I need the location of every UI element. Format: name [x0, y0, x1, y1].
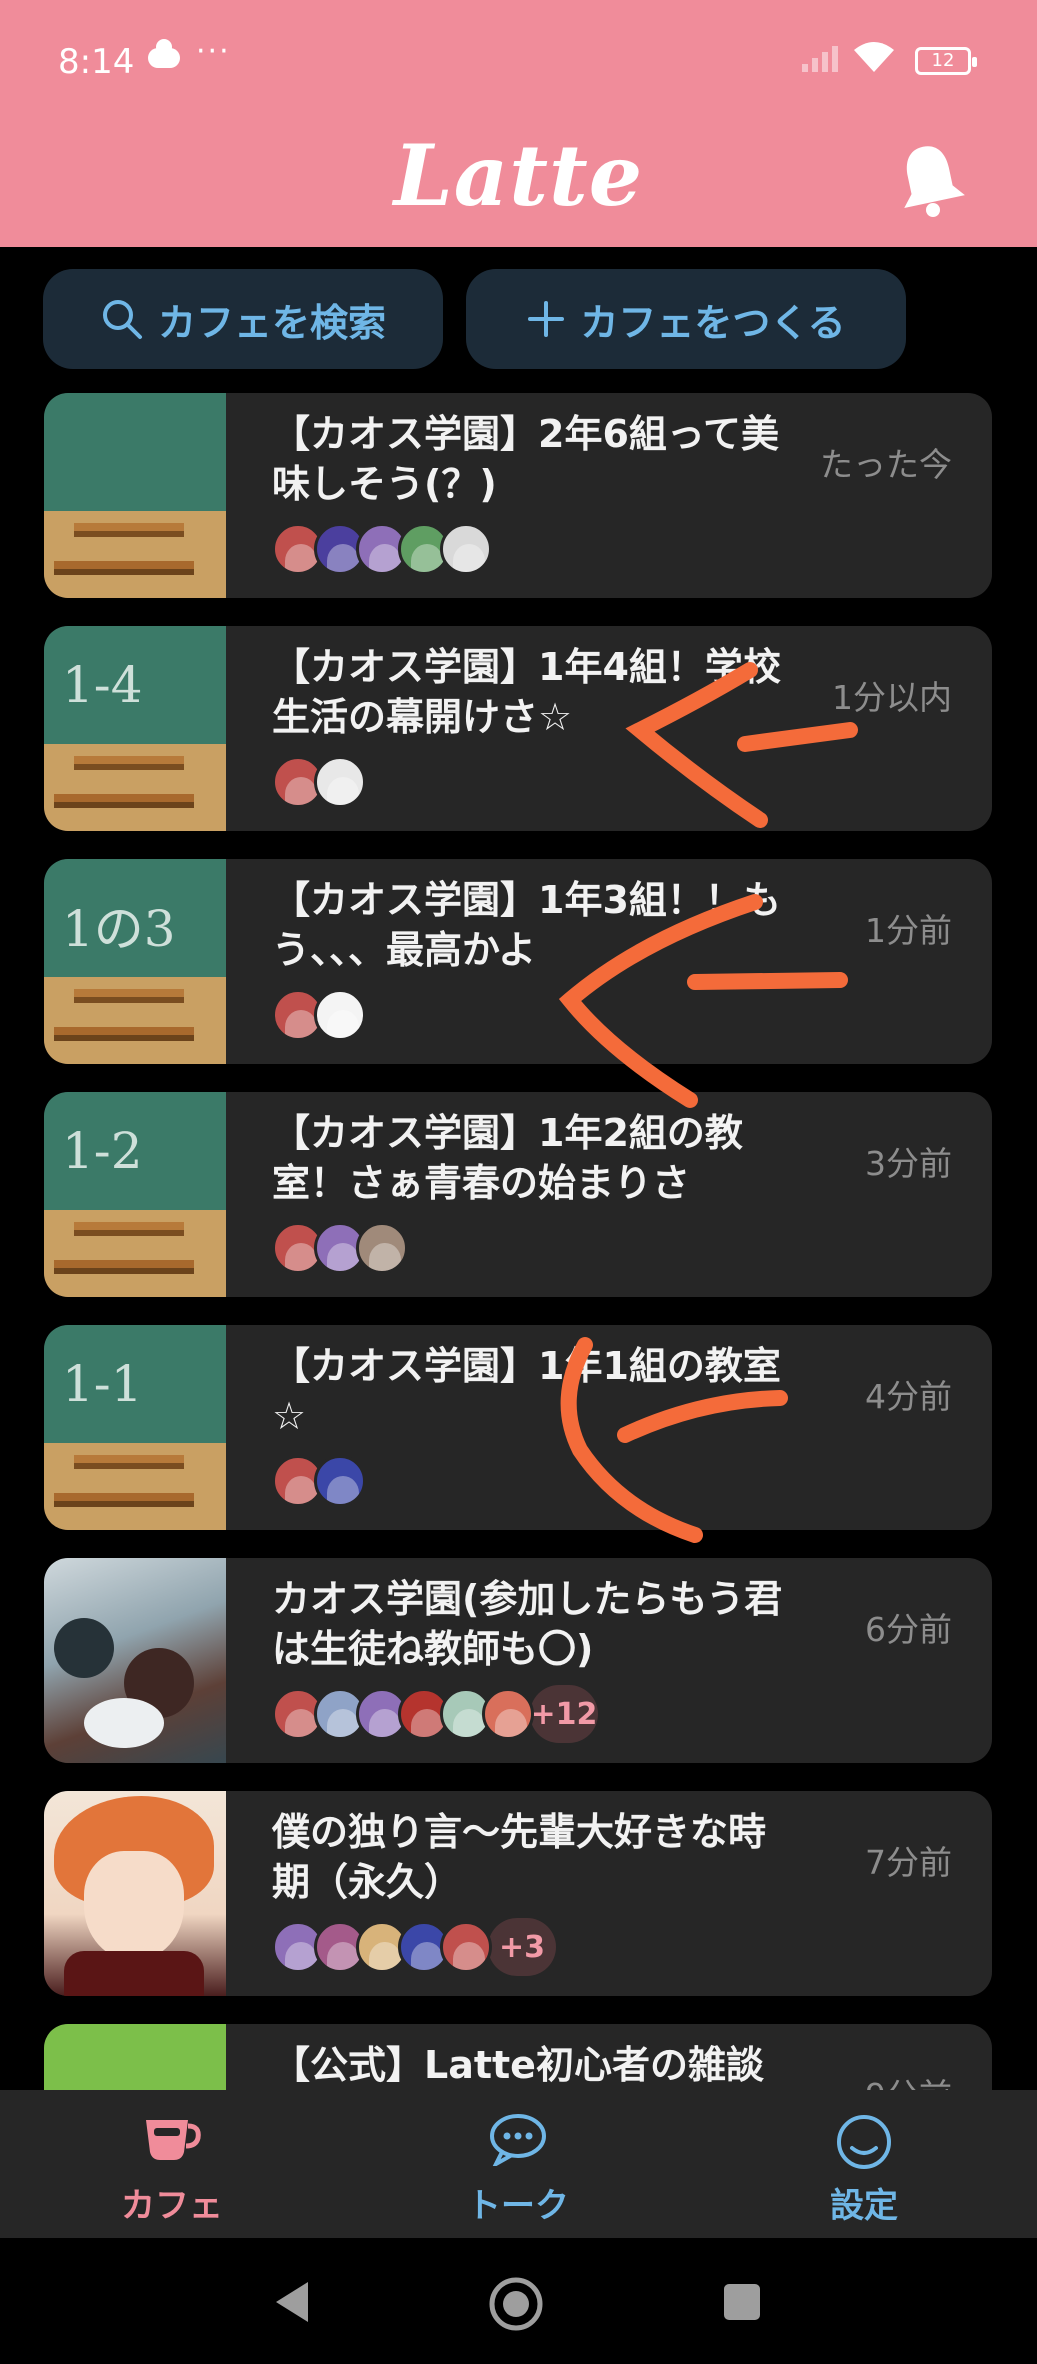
battery-icon: 12 — [915, 47, 977, 75]
board-text: 1-1 — [62, 1355, 143, 1413]
cafe-thumbnail: 1-4 — [44, 626, 226, 831]
cafe-time: たった今 — [820, 445, 952, 484]
wifi-icon — [854, 42, 894, 72]
smile-face-icon — [837, 2115, 891, 2169]
cafe-thumbnail: 1-2 — [44, 1092, 226, 1297]
cafe-thumbnail — [44, 393, 226, 598]
create-cafe-button[interactable]: カフェをつくる — [466, 269, 906, 369]
avatar — [440, 523, 492, 575]
cafe-card[interactable]: 1-2 【カオス学園】1年2組の教室！さぁ青春の始まりさ 3分前 — [44, 1092, 992, 1297]
cafe-title: 【カオス学園】1年1組の教室☆ — [272, 1344, 781, 1438]
status-dots: ··· — [196, 34, 231, 69]
cafe-card[interactable]: 1の3 【カオス学園】1年3組！！もう、、、最高かよ 1分前 — [44, 859, 992, 1064]
tab-cafe-label: カフェ — [121, 2186, 223, 2226]
more-members-badge: +12 — [530, 1685, 598, 1743]
search-icon — [102, 300, 142, 339]
cafe-time: 6分前 — [865, 1610, 952, 1649]
avatar — [314, 1455, 366, 1507]
tab-settings-label: 設定 — [830, 2186, 898, 2226]
member-avatars: +3 — [272, 1918, 556, 1976]
cafe-card[interactable]: 【公式】Latte初心者の雑談 9分前 — [44, 2024, 992, 2090]
cafe-title: カオス学園(参加したらもう君は生徒ね教師も〇) — [272, 1577, 783, 1671]
avatar — [440, 1921, 492, 1973]
cafe-thumbnail — [44, 1791, 226, 1996]
cafe-thumbnail — [44, 2024, 226, 2090]
home-icon[interactable] — [488, 2276, 544, 2332]
recents-icon[interactable] — [722, 2282, 762, 2322]
cafe-title: 【カオス学園】1年4組！学校生活の幕開けさ☆ — [272, 645, 781, 739]
status-time: 8:14 — [58, 42, 135, 82]
cafe-title: 【カオス学園】1年3組！！もう、、、最高かよ — [272, 878, 781, 972]
system-nav-bar — [0, 2238, 1037, 2364]
cafe-time: 4分前 — [865, 1377, 952, 1416]
cafe-list: 【カオス学園】2年6組って美味しそう(？) たった今 1-4 【カオス学園】1年… — [0, 393, 1037, 2090]
cafe-time: 9分前 — [865, 2069, 952, 2090]
cloud-icon — [148, 39, 180, 68]
cafe-time: 1分以内 — [832, 678, 952, 717]
cafe-card[interactable]: 【カオス学園】2年6組って美味しそう(？) たった今 — [44, 393, 992, 598]
app-header: Latte — [0, 120, 1037, 247]
avatar — [482, 1688, 534, 1740]
tab-talk[interactable]: トーク — [398, 2090, 638, 2238]
app-logo: Latte — [393, 126, 644, 225]
cafe-title: 【カオス学園】2年6組って美味しそう(？) — [272, 412, 779, 506]
search-cafe-button[interactable]: カフェを検索 — [43, 269, 443, 369]
member-avatars: +12 — [272, 1685, 598, 1743]
cafe-thumbnail — [44, 1558, 226, 1763]
notification-button[interactable] — [895, 140, 965, 220]
tab-cafe[interactable]: カフェ — [52, 2090, 292, 2238]
cafe-card[interactable]: 僕の独り言〜先輩大好きな時期（永久） 7分前 +3 — [44, 1791, 992, 1996]
cafe-thumbnail: 1の3 — [44, 859, 226, 1064]
member-avatars — [272, 989, 366, 1043]
back-icon[interactable] — [272, 2280, 312, 2324]
member-avatars — [272, 1455, 366, 1509]
coffee-cup-icon — [146, 2120, 201, 2160]
cafe-time: 3分前 — [865, 1144, 952, 1183]
cafe-card[interactable]: 1-4 【カオス学園】1年4組！学校生活の幕開けさ☆ 1分以内 — [44, 626, 992, 831]
cafe-title: 【公式】Latte初心者の雑談 — [272, 2043, 764, 2087]
cafe-card[interactable]: 1-1 【カオス学園】1年1組の教室☆ 4分前 — [44, 1325, 992, 1530]
chat-bubble-icon — [490, 2114, 546, 2166]
action-row: カフェを検索 カフェをつくる — [0, 247, 1037, 377]
board-text: 1-2 — [62, 1122, 143, 1180]
search-cafe-label: カフェを検索 — [157, 300, 386, 345]
tab-talk-label: トーク — [467, 2186, 569, 2226]
signal-icon — [802, 46, 838, 72]
member-avatars — [272, 523, 492, 577]
avatar — [314, 989, 366, 1041]
cafe-title: 【カオス学園】1年2組の教室！さぁ青春の始まりさ — [272, 1111, 743, 1205]
member-avatars — [272, 756, 366, 810]
cafe-thumbnail: 1-1 — [44, 1325, 226, 1530]
bottom-tab-bar: カフェ トーク 設定 — [0, 2090, 1037, 2238]
board-text: 1-4 — [62, 656, 143, 714]
bell-icon — [904, 146, 965, 217]
create-cafe-label: カフェをつくる — [580, 300, 846, 345]
avatar — [356, 1222, 408, 1274]
cafe-time: 1分前 — [865, 911, 952, 950]
cafe-card[interactable]: カオス学園(参加したらもう君は生徒ね教師も〇) 6分前 +12 — [44, 1558, 992, 1763]
member-avatars — [272, 1222, 408, 1276]
status-bar: 8:14 ··· 12 — [0, 0, 1037, 120]
more-members-badge: +3 — [488, 1918, 556, 1976]
board-text: 1の3 — [62, 900, 176, 958]
plus-icon — [528, 301, 565, 337]
cafe-title: 僕の独り言〜先輩大好きな時期（永久） — [272, 1810, 767, 1904]
tab-settings[interactable]: 設定 — [744, 2090, 984, 2238]
cafe-time: 7分前 — [865, 1843, 952, 1882]
avatar — [314, 756, 366, 808]
